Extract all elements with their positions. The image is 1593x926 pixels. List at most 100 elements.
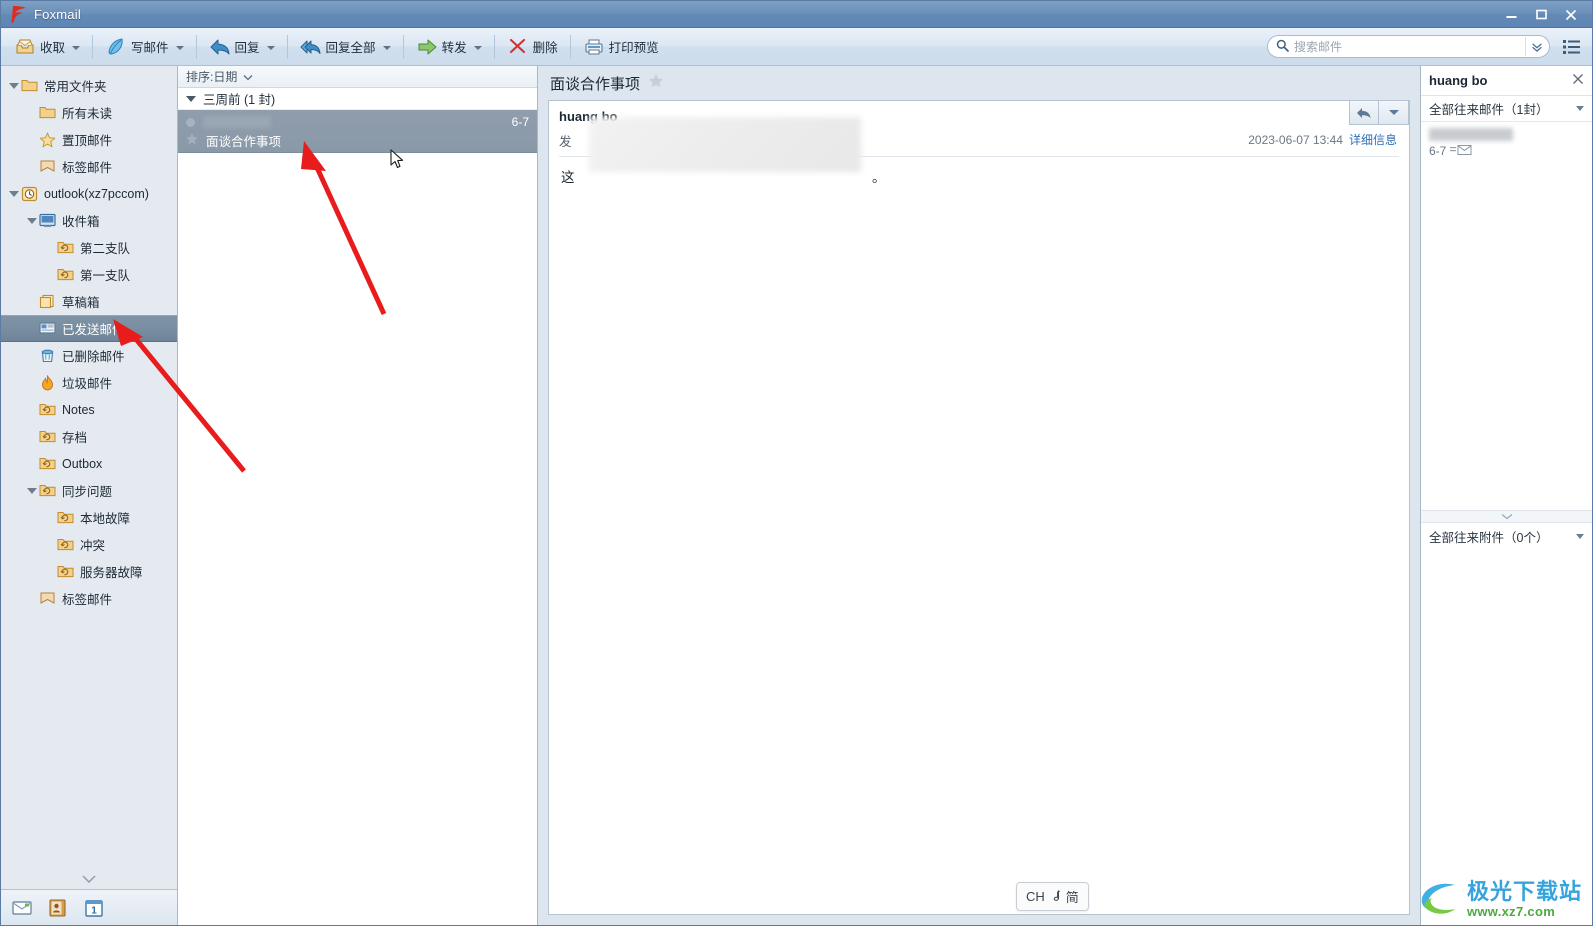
sidebar-item-1[interactable]: 所有未读 — [1, 99, 177, 126]
search-input[interactable] — [1294, 39, 1525, 54]
mail-list-item[interactable]: 6-7 面谈合作事项 — [178, 110, 537, 153]
sidebar-item-label: 所有未读 — [62, 107, 113, 121]
search-options-button[interactable] — [1525, 37, 1547, 56]
star-icon[interactable] — [648, 73, 664, 93]
sidebar-item-5[interactable]: 收件箱 — [1, 207, 177, 234]
print-preview-button[interactable]: 打印预览 — [576, 32, 666, 62]
sidebar-item-label: 服务器故障 — [80, 566, 143, 580]
reply-arrow-icon — [209, 36, 231, 58]
sidebar-item-11[interactable]: 垃圾邮件 — [1, 369, 177, 396]
sidebar-collapse-handle[interactable] — [1, 875, 177, 889]
sidebar-item-label: 本地故障 — [80, 512, 131, 526]
list-item[interactable]: 6-7 — [1429, 128, 1584, 158]
sidebar-item-0[interactable]: 常用文件夹 — [1, 72, 177, 99]
toolbar-separator — [402, 34, 404, 59]
forward-label: 转发 — [441, 41, 467, 55]
related-mails-section[interactable]: 全部往来邮件（1封） — [1421, 96, 1592, 122]
mail-list-pane: 排序:日期 三周前 (1 封) 6-7 面谈合作事项 — [178, 66, 538, 925]
ime-indicator[interactable]: CH 简 — [1016, 882, 1089, 911]
mail-group-header[interactable]: 三周前 (1 封) — [178, 88, 537, 110]
reply-button[interactable]: 回复 — [202, 32, 282, 62]
chevron-down-icon[interactable] — [473, 46, 482, 50]
minimize-button[interactable] — [1496, 4, 1526, 26]
twisty-expanded-icon[interactable] — [25, 217, 39, 224]
receive-label: 收取 — [40, 41, 66, 55]
sidebar-item-17[interactable]: 冲突 — [1, 531, 177, 558]
sidebar-item-15[interactable]: 同步问题 — [1, 477, 177, 504]
chevron-down-icon[interactable] — [266, 46, 275, 50]
chevron-down-icon[interactable] — [1576, 106, 1584, 111]
sidebar-item-label: 草稿箱 — [62, 296, 100, 310]
print-preview-label: 打印预览 — [608, 41, 659, 55]
sort-label: 排序:日期 — [186, 70, 238, 84]
star-icon — [39, 132, 57, 148]
reading-subject-text: 面谈合作事项 — [550, 75, 641, 93]
sidebar-item-14[interactable]: Outbox — [1, 450, 177, 477]
mail-details-link[interactable]: 详细信息 — [1349, 131, 1397, 148]
twisty-expanded-icon[interactable] — [25, 487, 39, 494]
close-button[interactable] — [1556, 4, 1586, 26]
forward-arrow-icon — [416, 36, 438, 58]
reply-all-button[interactable]: 回复全部 — [293, 32, 398, 62]
calendar-module-icon[interactable]: 1 — [83, 898, 105, 918]
chevron-down-icon[interactable] — [382, 46, 391, 50]
forward-button[interactable]: 转发 — [409, 32, 489, 62]
window-title: Foxmail — [34, 6, 81, 22]
sidebar-item-8[interactable]: 草稿箱 — [1, 288, 177, 315]
sync-folder-icon — [39, 429, 57, 445]
sync-folder-icon — [57, 267, 75, 283]
contacts-module-icon[interactable] — [47, 898, 69, 918]
mail-module-icon[interactable] — [11, 898, 33, 918]
mail-subject: 面谈合作事项 — [206, 134, 282, 149]
account-clock-icon — [21, 186, 39, 202]
sync-folder-icon — [57, 510, 75, 526]
related-mail-subject-masked — [1429, 128, 1513, 141]
sidebar-item-label: 已删除邮件 — [62, 350, 125, 364]
contact-pane-header: huang bo — [1421, 66, 1592, 96]
chevron-down-icon[interactable] — [175, 46, 184, 50]
mail-timestamp: 2023-06-07 13:44 — [1248, 132, 1343, 147]
sidebar-item-19[interactable]: 标签邮件 — [1, 585, 177, 612]
sidebar-item-label: 第一支队 — [80, 269, 131, 283]
sidebar-item-label: 置顶邮件 — [62, 134, 113, 148]
star-icon[interactable] — [185, 132, 199, 149]
sidebar-item-12[interactable]: Notes — [1, 396, 177, 423]
sidebar-item-2[interactable]: 置顶邮件 — [1, 126, 177, 153]
twisty-expanded-icon[interactable] — [7, 82, 21, 89]
mail-sort-header[interactable]: 排序:日期 — [178, 66, 537, 88]
twisty-expanded-icon[interactable] — [7, 190, 21, 197]
chevron-down-icon[interactable] — [72, 46, 81, 50]
sidebar-item-18[interactable]: 服务器故障 — [1, 558, 177, 585]
chevron-down-icon[interactable] — [243, 70, 253, 84]
sidebar-item-label: 收件箱 — [62, 215, 100, 229]
mail-subject-header: 面谈合作事项 — [538, 66, 1420, 100]
mail-from: huang bo — [559, 109, 618, 124]
sidebar-item-4[interactable]: outlook(xz7pccom) — [1, 180, 177, 207]
sidebar-item-7[interactable]: 第一支队 — [1, 261, 177, 288]
group-collapse-icon[interactable] — [186, 95, 196, 102]
attachments-section[interactable]: 全部往来附件（0个） — [1421, 521, 1592, 550]
mail-body: 这 。 — [549, 157, 1409, 200]
sidebar-item-label: Notes — [62, 402, 95, 417]
sync-folder-icon — [39, 402, 57, 418]
receive-button[interactable]: 收取 — [7, 32, 87, 62]
list-view-icon[interactable] — [1562, 38, 1582, 56]
pane-divider-handle[interactable] — [1421, 509, 1592, 522]
sidebar-item-13[interactable]: 存档 — [1, 423, 177, 450]
sidebar-item-6[interactable]: 第二支队 — [1, 234, 177, 261]
chevron-down-icon[interactable] — [1576, 533, 1584, 539]
sidebar-item-9[interactable]: 已发送邮件 — [1, 315, 177, 342]
foxmail-window: Foxmail 收取 写邮件 回复 回复全部 转发 删除 打印预览 搜索邮件 常… — [0, 0, 1593, 926]
search-box[interactable] — [1267, 35, 1550, 58]
sidebar-item-3[interactable]: 标签邮件 — [1, 153, 177, 180]
compose-feather-icon — [105, 36, 127, 58]
maximize-button[interactable] — [1526, 4, 1556, 26]
close-icon[interactable] — [1572, 73, 1584, 88]
sidebar-item-16[interactable]: 本地故障 — [1, 504, 177, 531]
sidebar-item-10[interactable]: 已删除邮件 — [1, 342, 177, 369]
svg-text:1: 1 — [91, 905, 97, 916]
delete-button[interactable]: 删除 — [500, 32, 565, 62]
compose-label: 写邮件 — [131, 41, 169, 55]
compose-button[interactable]: 写邮件 — [98, 32, 191, 62]
main-body: 常用文件夹 所有未读 置顶邮件 标签邮件 outlook(xz7pccom) 收件箱 第二支… — [1, 66, 1592, 925]
